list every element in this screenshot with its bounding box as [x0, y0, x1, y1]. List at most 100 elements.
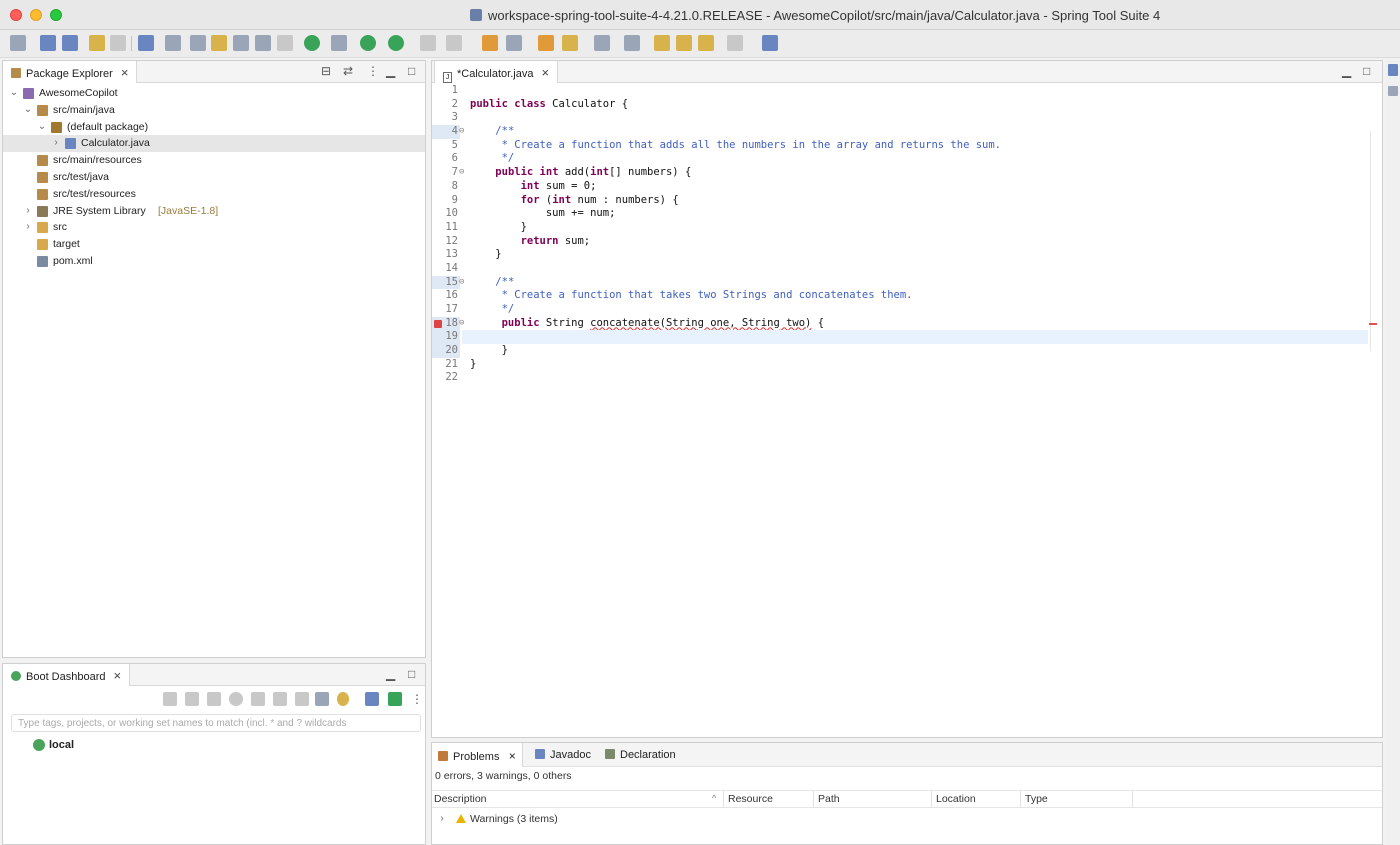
- close-window-button[interactable]: [10, 9, 22, 21]
- chevron-right-icon[interactable]: ›: [23, 219, 33, 236]
- column-description[interactable]: Description: [434, 793, 487, 805]
- code-line[interactable]: 12 return sum;: [432, 235, 1382, 249]
- code-line[interactable]: 21}: [432, 358, 1382, 372]
- minimize-editor-icon[interactable]: ▁: [1342, 64, 1351, 78]
- chevron-right-icon[interactable]: ›: [23, 203, 33, 220]
- undo-edit-icon[interactable]: [89, 35, 105, 51]
- chevron-down-icon[interactable]: ⌄: [37, 119, 47, 136]
- code-line[interactable]: 20 }: [432, 344, 1382, 358]
- code-line[interactable]: 11 }: [432, 221, 1382, 235]
- chevron-down-icon[interactable]: ⌄: [23, 102, 33, 119]
- chevron-right-icon[interactable]: ›: [437, 813, 447, 824]
- column-location[interactable]: Location: [936, 793, 976, 805]
- word-wrap-icon[interactable]: [255, 35, 271, 51]
- chevron-down-icon[interactable]: ⌄: [9, 85, 19, 102]
- tab-package-explorer[interactable]: Package Explorer ×: [3, 61, 138, 83]
- new-icon[interactable]: [10, 35, 26, 51]
- column-separator[interactable]: [813, 791, 814, 807]
- code-line[interactable]: 14: [432, 262, 1382, 276]
- toggle-mark-occurrences-icon[interactable]: [190, 35, 206, 51]
- task-list-icon[interactable]: [1388, 86, 1398, 96]
- minimize-window-button[interactable]: [30, 9, 42, 21]
- code-line[interactable]: 22: [432, 371, 1382, 385]
- column-separator[interactable]: [1132, 791, 1133, 807]
- tab-javadoc[interactable]: Javadoc: [529, 743, 597, 767]
- view-menu-icon[interactable]: ⋮: [411, 692, 423, 706]
- link-with-editor-icon[interactable]: ⇄: [343, 64, 353, 78]
- coverage-icon[interactable]: [388, 35, 404, 51]
- fold-toggle-icon[interactable]: ⊖: [459, 166, 464, 180]
- minimize-view-icon[interactable]: ▁: [386, 64, 395, 78]
- pin-editor-icon[interactable]: [762, 35, 778, 51]
- save-icon[interactable]: [40, 35, 56, 51]
- editor-scrollbar[interactable]: [1370, 131, 1380, 351]
- save-all-icon[interactable]: [62, 35, 78, 51]
- tab-calculator-java[interactable]: J *Calculator.java ×: [434, 61, 559, 83]
- code-line[interactable]: 13 }: [432, 248, 1382, 262]
- collapse-all-icon[interactable]: ⊟: [321, 64, 331, 78]
- close-icon[interactable]: ×: [121, 65, 129, 80]
- code-line[interactable]: 3: [432, 111, 1382, 125]
- edit-icon[interactable]: [295, 692, 309, 706]
- local-target-label[interactable]: local: [49, 739, 74, 751]
- code-line[interactable]: 8 int sum = 0;: [432, 180, 1382, 194]
- close-icon[interactable]: ×: [505, 749, 516, 763]
- terminal-icon[interactable]: [138, 35, 154, 51]
- tree-item[interactable]: pom.xml: [3, 253, 425, 270]
- tree-item[interactable]: › src: [3, 219, 425, 236]
- lightbulb-icon[interactable]: [337, 692, 349, 706]
- code-area[interactable]: 1 2 public class Calculator {3 4 ⊖ /** 5 * Cr…: [432, 84, 1382, 385]
- stop-app-icon[interactable]: [207, 692, 221, 706]
- new-java-class-icon[interactable]: [506, 35, 522, 51]
- back-icon[interactable]: [698, 35, 714, 51]
- maximize-window-button[interactable]: [50, 9, 62, 21]
- forward-icon[interactable]: [727, 35, 743, 51]
- column-resource[interactable]: Resource: [728, 793, 773, 805]
- skip-breakpoints-icon[interactable]: [165, 35, 181, 51]
- refresh-icon[interactable]: [273, 692, 287, 706]
- code-line[interactable]: 9 for (int num : numbers) {: [432, 194, 1382, 208]
- stop-icon[interactable]: [420, 35, 436, 51]
- code-line[interactable]: 2 public class Calculator {: [432, 98, 1382, 112]
- add-icon[interactable]: [388, 692, 402, 706]
- tree-item[interactable]: src/test/java: [3, 169, 425, 186]
- debug-app-icon[interactable]: [185, 692, 199, 706]
- tree-item[interactable]: target: [3, 236, 425, 253]
- open-console-icon[interactable]: [251, 692, 265, 706]
- open-type-icon[interactable]: [538, 35, 554, 51]
- maximize-view-icon[interactable]: □: [408, 64, 415, 78]
- fold-toggle-icon[interactable]: ⊖: [459, 276, 464, 290]
- code-line[interactable]: 19: [432, 330, 1382, 345]
- minimize-view-icon[interactable]: ▁: [386, 667, 395, 681]
- column-type[interactable]: Type: [1025, 793, 1048, 805]
- column-separator[interactable]: [1020, 791, 1021, 807]
- open-browser-icon[interactable]: [229, 692, 243, 706]
- previous-annotation-icon[interactable]: [624, 35, 640, 51]
- start-icon[interactable]: [163, 692, 177, 706]
- filter-icon[interactable]: [365, 692, 379, 706]
- code-line[interactable]: 4 ⊖ /**: [432, 125, 1382, 139]
- debug-icon[interactable]: [331, 35, 347, 51]
- code-line[interactable]: 15 ⊖ /**: [432, 275, 1382, 290]
- code-line[interactable]: 18 ⊖ public String concatenate(String one…: [432, 316, 1382, 331]
- tree-item[interactable]: › Calculator.java: [3, 135, 425, 153]
- tree-item[interactable]: ⌄ (default package): [3, 119, 425, 136]
- tab-declaration[interactable]: Declaration: [599, 743, 682, 767]
- search-icon[interactable]: [562, 35, 578, 51]
- boot-dashboard-icon[interactable]: [304, 35, 320, 51]
- overview-ruler-error-marker[interactable]: [1369, 323, 1377, 325]
- show-whitespace-icon[interactable]: [277, 35, 293, 51]
- forward-history-icon[interactable]: [676, 35, 692, 51]
- code-line[interactable]: 5 * Create a function that adds all the …: [432, 139, 1382, 153]
- code-line[interactable]: 6 */: [432, 152, 1382, 166]
- tab-problems[interactable]: Problems ×: [432, 743, 523, 767]
- code-line[interactable]: 10 sum += num;: [432, 207, 1382, 221]
- tree-item[interactable]: › JRE System Library [JavaSE-1.8]: [3, 203, 425, 220]
- new-java-package-icon[interactable]: [482, 35, 498, 51]
- tab-boot-dashboard[interactable]: Boot Dashboard ×: [3, 664, 131, 686]
- table-row[interactable]: › Warnings (3 items): [432, 811, 1382, 829]
- external-tools-icon[interactable]: [446, 35, 462, 51]
- code-line[interactable]: 7 ⊖ public int add(int[] numbers) {: [432, 166, 1382, 180]
- code-line[interactable]: 17 */: [432, 303, 1382, 317]
- last-edit-location-icon[interactable]: [654, 35, 670, 51]
